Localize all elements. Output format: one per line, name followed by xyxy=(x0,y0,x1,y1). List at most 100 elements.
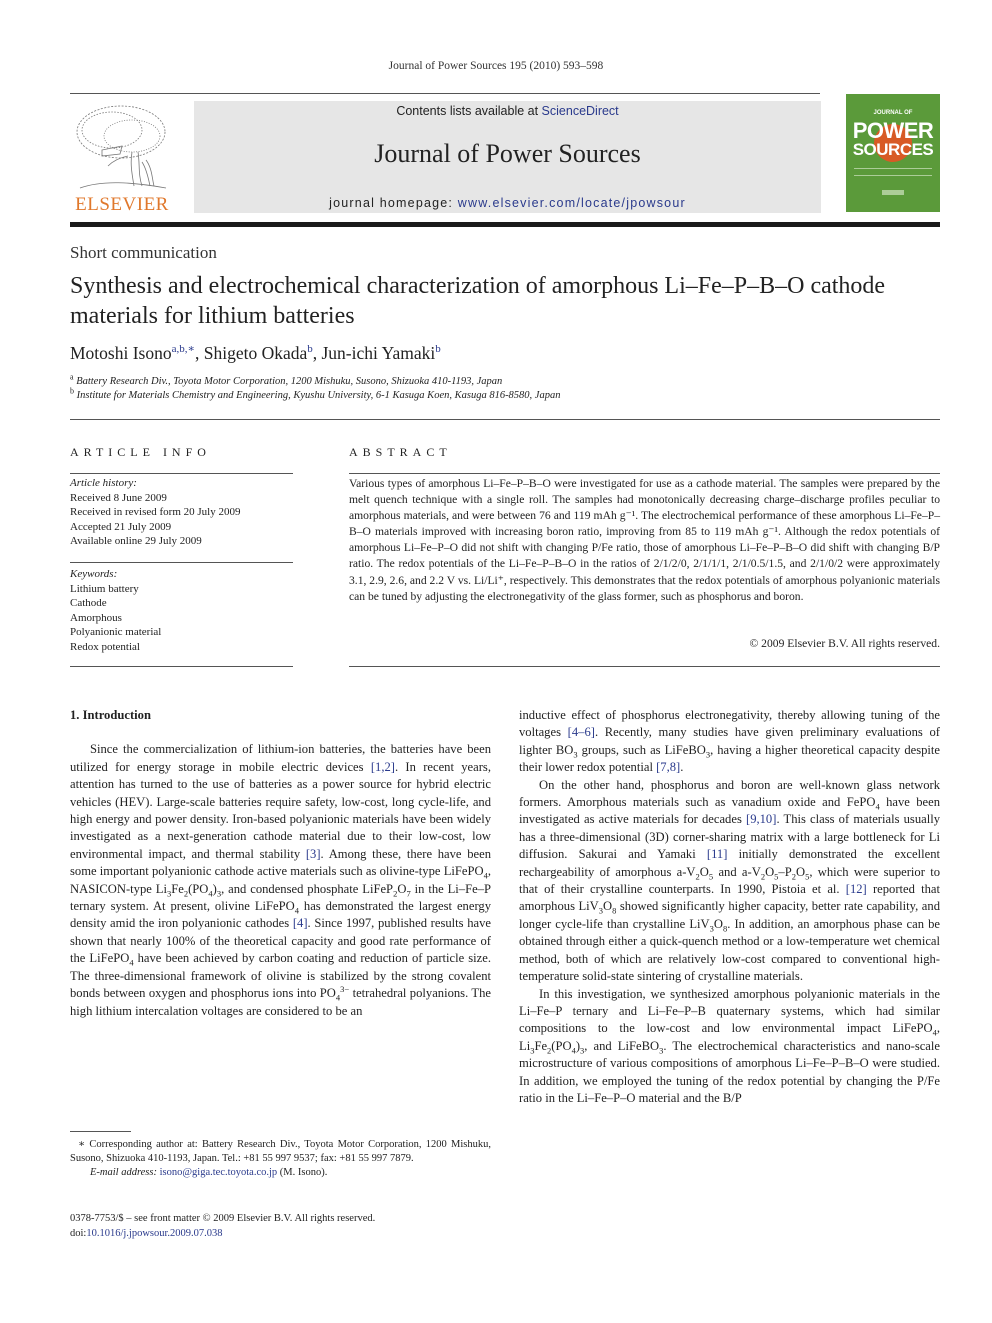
author-name[interactable]: Jun-ichi Yamaki xyxy=(322,343,436,363)
subscript: 2 xyxy=(183,888,189,899)
footnote-divider xyxy=(70,1131,131,1132)
journal-cover-image[interactable]: JOURNAL OF POWER SOURCES xyxy=(846,94,940,212)
affiliation-text: Battery Research Div., Toyota Motor Corp… xyxy=(76,376,503,387)
subscript: 4 xyxy=(875,801,880,812)
cover-journal-of: JOURNAL OF xyxy=(873,110,913,116)
contents-prefix: Contents lists available at xyxy=(396,104,542,118)
homepage-prefix: journal homepage: xyxy=(329,196,458,210)
citation-link[interactable]: [4–6] xyxy=(568,725,595,739)
doi-prefix: doi: xyxy=(70,1228,87,1239)
running-head: Journal of Power Sources 195 (2010) 593–… xyxy=(388,60,604,72)
header-thick-divider xyxy=(70,222,940,227)
author-affiliation-marks[interactable]: b xyxy=(435,343,441,355)
body-column-left: 1. Introduction Since the commercializat… xyxy=(70,707,491,1020)
author-affiliation-marks[interactable]: a,b,∗ xyxy=(172,343,195,355)
subscript: 8 xyxy=(612,905,617,916)
abstract-heading: ABSTRACT xyxy=(349,445,452,459)
paragraph: In this investigation, we synthesized am… xyxy=(519,986,940,1105)
elsevier-tree-icon xyxy=(76,105,167,189)
journal-banner: Contents lists available at ScienceDirec… xyxy=(194,101,821,213)
history-item: Received 8 June 2009 xyxy=(70,491,167,504)
subscript: 5 xyxy=(805,871,810,882)
subscript: 4 xyxy=(571,1045,576,1056)
author-list: Motoshi Isonoa,b,∗, Shigeto Okada b, Jun-… xyxy=(70,343,441,364)
journal-homepage-link[interactable]: www.elsevier.com/locate/jpowsour xyxy=(458,196,686,210)
subscript: 4 xyxy=(208,888,213,899)
article-type: Short communication xyxy=(70,243,217,262)
subscript: 2 xyxy=(547,1045,552,1056)
footnote-mark: ∗ xyxy=(78,1139,86,1150)
doi-link[interactable]: 10.1016/j.jpowsour.2009.07.038 xyxy=(86,1228,222,1239)
title-divider xyxy=(70,419,940,420)
citation-link[interactable]: [3] xyxy=(306,847,321,861)
keyword-item: Redox potential xyxy=(70,640,140,653)
subscript: 4 xyxy=(335,992,341,1003)
sciencedirect-link[interactable]: ScienceDirect xyxy=(542,104,619,118)
citation-link[interactable]: [4] xyxy=(293,916,308,930)
history-item: Received in revised form 20 July 2009 xyxy=(70,506,241,519)
subscript: 3 xyxy=(580,1045,585,1056)
article-info-divider xyxy=(70,473,293,474)
article-title: Synthesis and electrochemical characteri… xyxy=(70,273,886,329)
subscript: 3 xyxy=(216,888,222,899)
subscript: 4 xyxy=(483,870,488,881)
contents-line: Contents lists available at ScienceDirec… xyxy=(194,104,821,118)
keyword-item: Cathode xyxy=(70,597,107,610)
subscript: 2 xyxy=(791,871,796,882)
subscript: 2 xyxy=(695,871,700,882)
subscript: 3 xyxy=(166,888,172,899)
citation-link[interactable]: [11] xyxy=(707,847,728,861)
affiliation-mark: b xyxy=(70,386,74,396)
abstract-divider xyxy=(349,473,940,474)
affiliation-a: a Battery Research Div., Toyota Motor Co… xyxy=(70,373,503,387)
affiliation-text: Institute for Materials Chemistry and En… xyxy=(76,390,561,401)
subscript: 3 xyxy=(705,749,711,760)
citation-link[interactable]: [7,8] xyxy=(656,760,680,774)
cover-subtitle-lines xyxy=(854,168,932,176)
journal-title: Journal of Power Sources xyxy=(374,139,641,168)
keyword-item: Lithium battery xyxy=(70,582,139,595)
article-info-bottom-divider xyxy=(70,666,293,667)
abstract-copyright: © 2009 Elsevier B.V. All rights reserved… xyxy=(749,637,940,650)
keywords-divider xyxy=(70,562,293,563)
subscript: 2 xyxy=(760,871,766,882)
superscript: 3− xyxy=(340,983,350,994)
article-info-heading: ARTICLE INFO xyxy=(70,445,211,459)
cover-sources-word: SOURCES xyxy=(852,140,934,159)
affiliation-b: b Institute for Materials Chemistry and … xyxy=(70,386,561,401)
body-column-right: inductive effect of phosphorus electrone… xyxy=(519,707,940,1107)
keywords: Keywords: Lithium battery Cathode Amorph… xyxy=(70,567,293,655)
subscript: 3 xyxy=(709,923,714,934)
paragraph: inductive effect of phosphorus electrone… xyxy=(519,708,940,775)
subscript: 5 xyxy=(708,871,714,882)
elsevier-logo[interactable]: ELSEVIER xyxy=(70,100,174,216)
author-name[interactable]: Shigeto Okada xyxy=(204,343,308,363)
keywords-label: Keywords: xyxy=(70,568,118,580)
subscript: 5 xyxy=(774,871,779,882)
subscript: 3 xyxy=(659,1045,664,1056)
subscript: 3 xyxy=(573,749,578,760)
subscript: 8 xyxy=(722,923,728,934)
subscript: 3 xyxy=(598,905,604,916)
author-separator: , xyxy=(312,343,322,363)
history-label: Article history: xyxy=(70,477,137,489)
homepage-line: journal homepage: www.elsevier.com/locat… xyxy=(194,196,821,210)
cover-publisher-icon xyxy=(882,190,904,195)
subscript: 7 xyxy=(406,888,411,899)
header-divider xyxy=(70,93,820,94)
keyword-item: Polyanionic material xyxy=(70,626,162,639)
issn-line: 0378-7753/$ – see front matter © 2009 El… xyxy=(70,1213,376,1224)
citation-link[interactable]: [9,10] xyxy=(746,812,776,826)
abstract-text: Various types of amorphous Li–Fe–P–B–O w… xyxy=(349,477,940,603)
email-suffix: (M. Isono). xyxy=(277,1167,328,1178)
citation-link[interactable]: [12] xyxy=(846,882,867,896)
section-heading: 1. Introduction xyxy=(70,708,151,722)
front-matter: 0378-7753/$ – see front matter © 2009 El… xyxy=(70,1211,375,1241)
history-item: Available online 29 July 2009 xyxy=(70,535,202,548)
author-name[interactable]: Motoshi Isono xyxy=(70,343,172,363)
citation-link[interactable]: [1,2] xyxy=(371,760,395,774)
subscript: 2 xyxy=(393,888,398,899)
footnote-text: Corresponding author at: Battery Researc… xyxy=(70,1139,491,1164)
email-label: E-mail address: xyxy=(90,1167,157,1178)
email-link[interactable]: isono@giga.tec.toyota.co.jp xyxy=(160,1167,278,1178)
